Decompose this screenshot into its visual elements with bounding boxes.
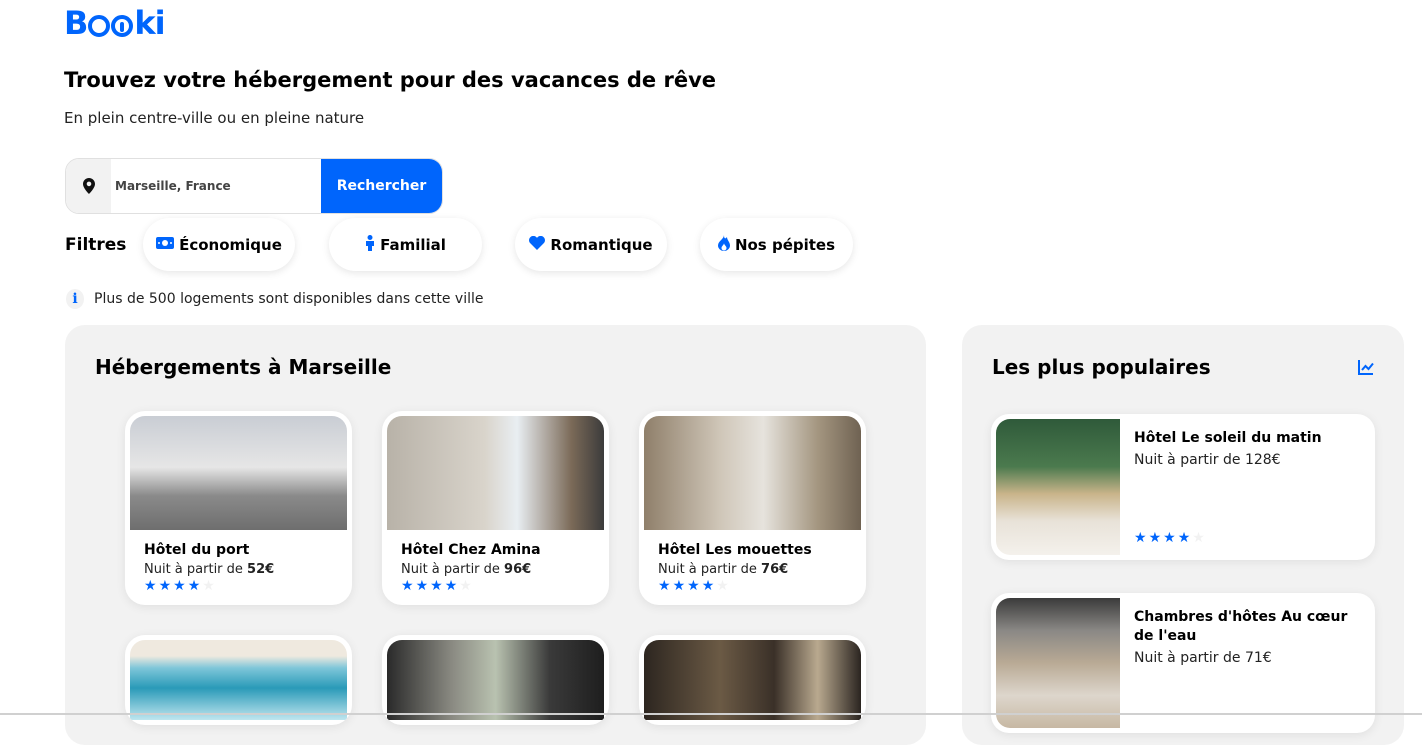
filter-romantique[interactable]: Romantique [515, 218, 667, 271]
hotel-name: Hôtel Chez Amina [401, 542, 541, 558]
page-subtitle: En plein centre-ville ou en pleine natur… [64, 109, 365, 127]
accommodation-card[interactable]: Hôtel Chez Amina Nuit à partir de 96€ ★ ★… [382, 411, 609, 605]
info-icon: i [66, 289, 84, 309]
star-icon: ★ [1163, 530, 1176, 546]
hotel-price: Nuit à partir de 128€ [1134, 452, 1281, 468]
star-empty-icon: ★ [716, 578, 729, 594]
heart-icon [529, 235, 546, 254]
filter-label: Romantique [550, 235, 653, 254]
star-empty-icon: ★ [202, 578, 215, 594]
accommodation-card[interactable] [639, 635, 866, 725]
star-icon: ★ [144, 578, 157, 594]
availability-text: Plus de 500 logements sont disponibles d… [94, 291, 484, 307]
star-icon: ★ [1134, 530, 1147, 546]
search-input[interactable] [111, 159, 321, 213]
hotel-photo [996, 419, 1120, 555]
star-icon: ★ [430, 578, 443, 594]
hotel-photo [130, 416, 347, 530]
filter-nos-pepites[interactable]: Nos pépites [700, 218, 853, 271]
hotel-photo [387, 640, 604, 720]
popular-title: Les plus populaires [992, 355, 1211, 379]
accommodation-card[interactable]: Hôtel Les mouettes Nuit à partir de 76€ … [639, 411, 866, 605]
hotel-price: Nuit à partir de 52€ [144, 562, 275, 577]
filter-label: Économique [179, 235, 282, 254]
star-icon: ★ [187, 578, 201, 594]
hotel-photo [387, 416, 604, 530]
hotel-photo [644, 416, 861, 530]
chart-line-icon[interactable] [1357, 358, 1375, 376]
star-empty-icon: ★ [1192, 530, 1205, 546]
availability-info: i Plus de 500 logements sont disponibles… [66, 289, 483, 309]
hotel-name: Chambres d'hôtes Au cœur de l'eau [1134, 609, 1348, 644]
star-icon: ★ [401, 578, 414, 594]
hotel-price: Nuit à partir de 76€ [658, 562, 789, 577]
fire-icon [717, 234, 730, 255]
star-icon: ★ [1177, 530, 1191, 546]
star-rating: ★ ★ ★ ★ ★ [144, 579, 347, 593]
star-icon: ★ [687, 578, 700, 594]
star-icon: ★ [658, 578, 671, 594]
popular-card[interactable]: Chambres d'hôtes Au cœur de l'eau Nuit à… [991, 593, 1375, 733]
star-empty-icon: ★ [459, 578, 472, 594]
star-icon: ★ [1148, 530, 1162, 546]
star-icon: ★ [701, 578, 715, 594]
star-rating: ★ ★ ★ ★ ★ [1134, 531, 1205, 545]
location-pin-icon [66, 159, 111, 213]
hotel-name: Hôtel du port [144, 542, 250, 558]
star-icon: ★ [415, 578, 429, 594]
filter-familial[interactable]: Familial [329, 218, 482, 271]
star-icon: ★ [173, 578, 186, 594]
page-title: Trouvez votre hébergement pour des vacan… [64, 68, 717, 92]
booki-logo[interactable]: Bki [64, 4, 166, 42]
hotel-photo [130, 640, 347, 720]
accommodation-card[interactable] [382, 635, 609, 725]
hotel-photo [996, 598, 1120, 728]
money-bill-icon [156, 236, 175, 253]
search-bar: Rechercher [65, 158, 443, 214]
accommodation-card[interactable]: Hôtel du port Nuit à partir de 52€ ★ ★ ★ ★ ★ [125, 411, 352, 605]
filter-label: Familial [380, 235, 446, 254]
person-icon [365, 234, 375, 255]
star-icon: ★ [672, 578, 686, 594]
star-icon: ★ [158, 578, 172, 594]
hotel-photo [644, 640, 861, 720]
filter-economique[interactable]: Économique [143, 218, 295, 271]
accommodation-card[interactable] [125, 635, 352, 725]
hotel-price: Nuit à partir de 71€ [1134, 650, 1272, 666]
hotel-price: Nuit à partir de 96€ [401, 562, 532, 577]
hotel-name: Hôtel Les mouettes [658, 542, 812, 558]
star-rating: ★ ★ ★ ★ ★ [658, 579, 861, 593]
star-icon: ★ [444, 578, 458, 594]
accommodations-title: Hébergements à Marseille [95, 355, 392, 379]
filter-label: Nos pépites [734, 235, 836, 254]
filters-label: Filtres [65, 235, 127, 255]
hotel-name: Hôtel Le soleil du matin [1134, 430, 1322, 446]
search-button[interactable]: Rechercher [321, 159, 442, 213]
popular-card[interactable]: Hôtel Le soleil du matin Nuit à partir d… [991, 414, 1375, 560]
star-rating: ★ ★ ★ ★ ★ [401, 579, 604, 593]
